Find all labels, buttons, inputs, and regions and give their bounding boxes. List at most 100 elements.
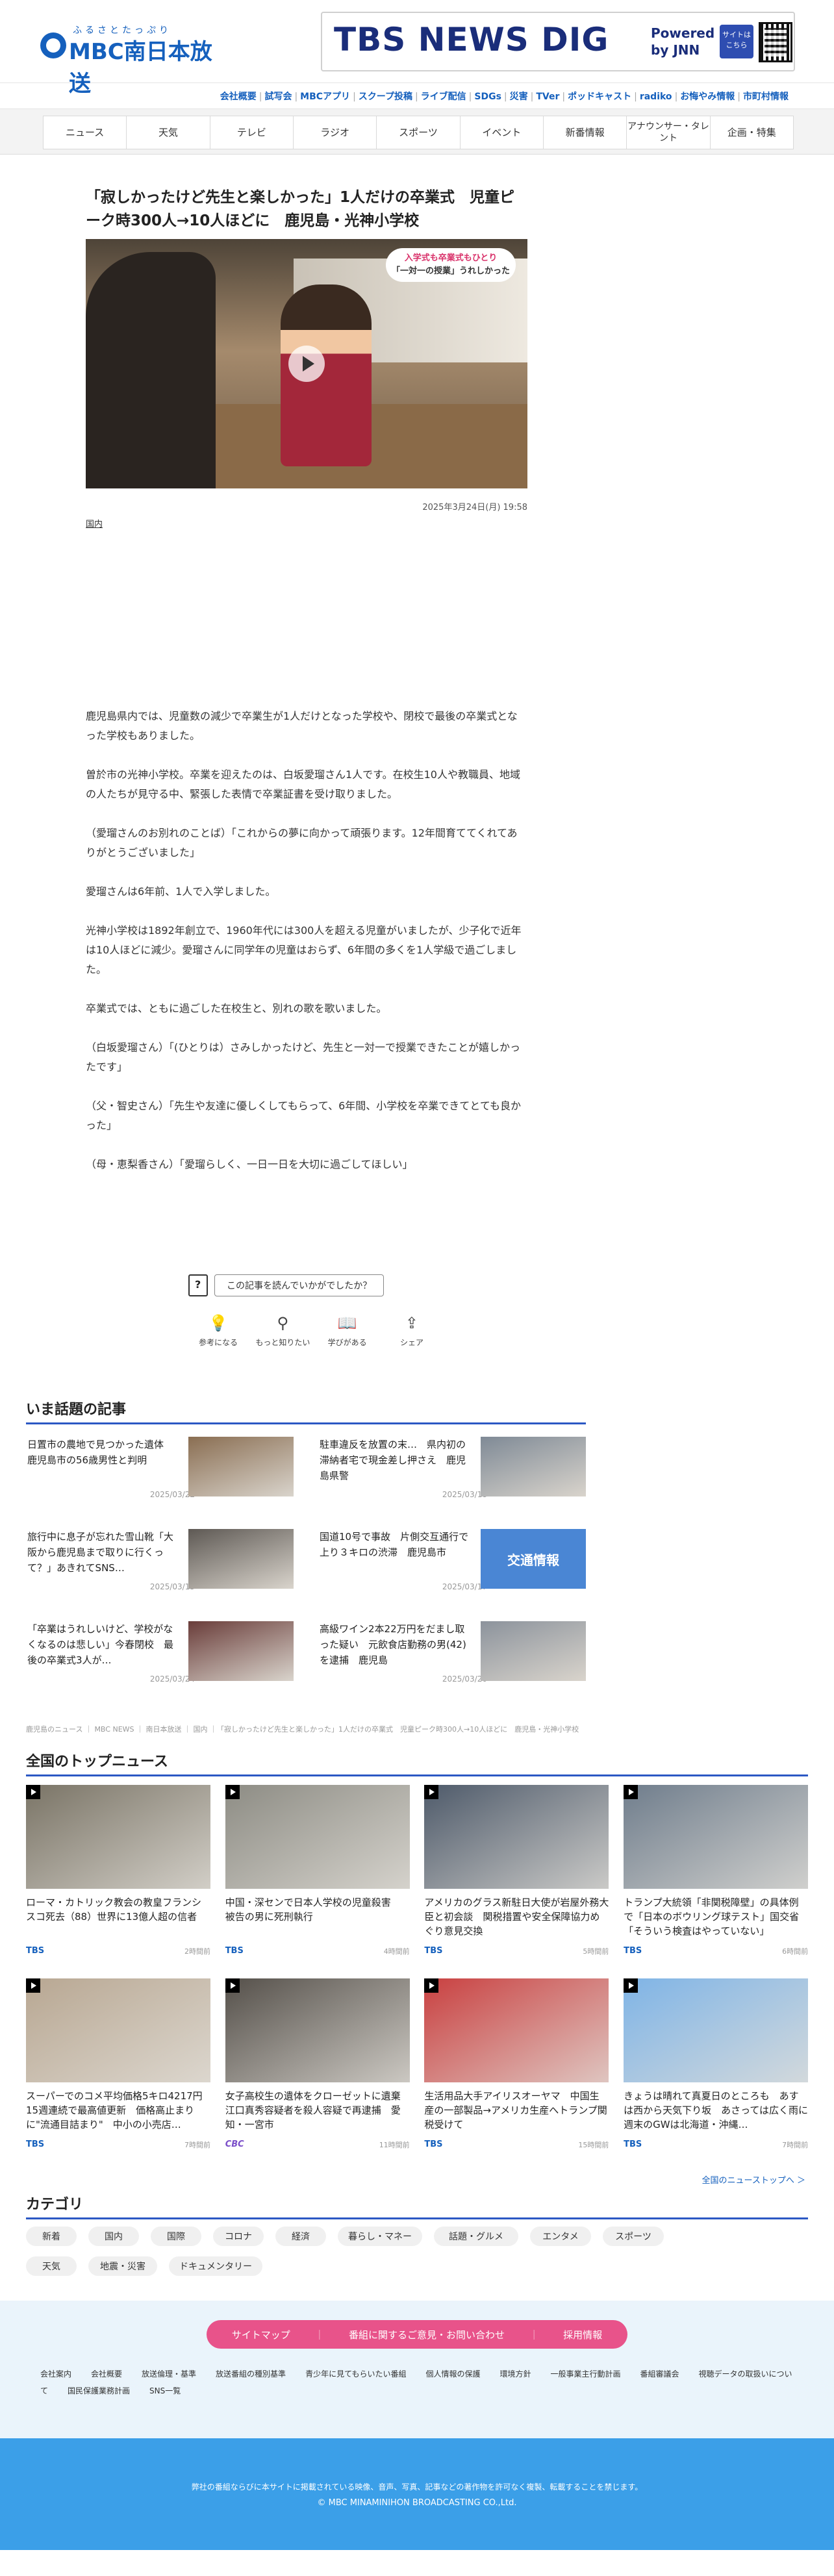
utility-links: 会社概要 | 試写会 | MBCアプリ | スクープ投稿 | ライブ配信 | SDGs | 災害 | TVe… — [219, 90, 790, 103]
tbs-news-dig-banner[interactable]: TBS NEWS DIG Powered by JNN サイトはこちら — [321, 12, 795, 71]
category-chip[interactable]: 新着 — [26, 2227, 77, 2246]
footer-link[interactable]: 環境方針 — [499, 2369, 531, 2379]
footer-link[interactable]: 一般事業主行動計画 — [551, 2369, 621, 2379]
footer-link[interactable]: 個人情報の保護 — [425, 2369, 480, 2379]
util-link[interactable]: MBCアプリ — [299, 92, 351, 102]
category-chip[interactable]: 暮らし・マネー — [338, 2227, 422, 2246]
traffic-label: 交通情報 — [507, 1552, 559, 1568]
news-source: TBS — [225, 1946, 244, 1956]
category-chip[interactable]: 国際 — [151, 2227, 201, 2246]
trending-item[interactable]: 日置市の農地で見つかった遺体 鹿児島市の56歳男性と判明 2025/03/22 — [26, 1437, 299, 1508]
nav-item[interactable]: アナウンサー・タレント — [627, 116, 711, 149]
util-separator: | — [674, 92, 678, 102]
category-chip[interactable]: コロナ — [213, 2227, 264, 2246]
category-chip[interactable]: ドキュメンタリー — [169, 2256, 262, 2276]
news-thumbnail — [26, 1785, 210, 1889]
nav-item[interactable]: ニュース — [44, 116, 127, 149]
reaction-button[interactable]: 💡 参考になる — [188, 1313, 248, 1348]
util-separator: | — [503, 92, 507, 102]
footer-link[interactable]: 会社案内 — [40, 2369, 71, 2379]
article-category-link[interactable]: 国内 — [86, 517, 103, 529]
news-card[interactable]: スーパーでのコメ平均価格5キロ4217円 15週連続で最高値更新 価格高止まりに… — [26, 1978, 212, 2167]
util-link[interactable]: ポッドキャスト — [566, 92, 633, 102]
question-doc-icon — [188, 1274, 208, 1296]
util-link[interactable]: ライブ配信 — [420, 92, 468, 102]
news-title: アメリカのグラス新駐日大使が岩屋外務大臣と初会談 関税措置や安全保障協力めぐり意… — [424, 1897, 609, 1937]
news-card[interactable]: きょうは晴れて真夏日のところも あすは西から天気下り坂 あさっては広く雨に 週末… — [624, 1978, 818, 2167]
footer-link[interactable]: 青少年に見てもらいたい番組 — [305, 2369, 406, 2379]
article-video[interactable]: 入学式も卒業式もひとり 「一対一の授業」うれしかった — [86, 239, 527, 488]
category-chip[interactable]: 話題・グルメ — [434, 2227, 518, 2246]
footer-link[interactable]: 番組審議会 — [640, 2369, 679, 2379]
reaction-button[interactable]: ⇪ シェア — [382, 1313, 442, 1348]
nav-item[interactable]: 企画・特集 — [711, 116, 793, 149]
util-link[interactable]: 試写会 — [263, 92, 293, 102]
category-chip[interactable]: エンタメ — [530, 2227, 591, 2246]
util-link[interactable]: スクープ投稿 — [357, 92, 414, 102]
footer-pill-link[interactable]: サイトマップ — [232, 2328, 290, 2342]
article-paragraph: （母・恵梨香さん）「愛瑠らしく、一日一日を大切に過ごしてほしい」 — [86, 1158, 413, 1170]
trending-title: 「卒業はうれしいけど、学校がなくなるのは悲しい」今春閉校 最後の卒業式3人が… — [27, 1623, 174, 1666]
trending-item[interactable]: 駐車違反を放置の末… 県内初の滞納者宅で現金差し押さえ 鹿児島県警 2025/03… — [318, 1437, 591, 1508]
news-source: TBS — [424, 2140, 443, 2149]
trending-item[interactable]: 高級ワイン2本22万円をだまし取った疑い 元飲食店勤務の男(42)を逮捕 鹿児島… — [318, 1621, 591, 1693]
reaction-button[interactable]: ⚲ もっと知りたい — [253, 1313, 312, 1348]
nav-item[interactable]: 新番情報 — [544, 116, 627, 149]
nav-item[interactable]: テレビ — [210, 116, 294, 149]
footer-pill-link[interactable]: 採用情報 — [563, 2328, 602, 2342]
video-play-icon — [225, 1978, 240, 1993]
reaction-label: 学びがある — [327, 1338, 367, 1347]
util-link[interactable]: お悔やみ情報 — [679, 92, 736, 102]
more-news-link[interactable]: 全国のニューストップへ ＞ — [702, 2173, 805, 2186]
reaction-button[interactable]: 📖 学びがある — [318, 1313, 377, 1348]
news-title: スーパーでのコメ平均価格5キロ4217円 15週連続で最高値更新 価格高止まりに… — [26, 2090, 212, 2130]
category-chip[interactable]: 国内 — [88, 2227, 139, 2246]
util-link[interactable]: TVer — [535, 92, 561, 102]
footer-link[interactable]: 放送倫理・基準 — [142, 2369, 196, 2379]
util-separator: | — [414, 92, 418, 102]
copyright-text: © MBC MINAMINIHON BROADCASTING CO.,Ltd. — [317, 2498, 517, 2508]
footer-link[interactable]: 放送番組の種別基準 — [216, 2369, 286, 2379]
util-link[interactable]: 災害 — [509, 92, 529, 102]
news-card[interactable]: トランプ大統領「非関税障壁」の具体例で「日本のボウリング球テスト」国交省「そうい… — [624, 1785, 809, 1973]
category-chip[interactable]: スポーツ — [603, 2227, 664, 2246]
banner-site-button[interactable]: サイトはこちら — [720, 25, 753, 58]
news-card[interactable]: 女子高校生の遺体をクローゼットに遺棄 江口真秀容疑者を殺人容疑で再逮捕 愛知・一… — [225, 1978, 411, 2167]
util-link[interactable]: SDGs — [473, 92, 503, 102]
util-link[interactable]: 会社概要 — [219, 92, 258, 102]
news-thumbnail — [26, 1978, 210, 2082]
mbc-logo[interactable]: ふるさとたっぷり MBC南日本放送 — [38, 23, 213, 97]
category-chip[interactable]: 経済 — [275, 2227, 326, 2246]
footer-link[interactable]: SNS一覧 — [149, 2386, 181, 2395]
category-chip[interactable]: 地震・災害 — [88, 2256, 157, 2276]
reaction-question-text: この記事を読んでいかがでしたか？ — [214, 1274, 385, 1296]
nav-item[interactable]: イベント — [461, 116, 544, 149]
article-paragraph: 光神小学校は1892年創立で、1960年代には300人を超える児童がいましたが、… — [86, 924, 522, 976]
util-link[interactable]: radiko — [638, 92, 674, 102]
util-link[interactable]: 市町村情報 — [742, 92, 790, 102]
util-separator: | — [634, 92, 637, 102]
footer-pill-link[interactable]: 番組に関するご意見・お問い合わせ — [349, 2328, 505, 2342]
util-separator: | — [737, 92, 740, 102]
nav-item[interactable]: スポーツ — [377, 116, 461, 149]
news-card[interactable]: ローマ・カトリック教会の教皇フランシスコ死去（88）世界に13億人超の信者 TBS… — [26, 1785, 210, 1973]
footer-link[interactable]: 国民保護業務計画 — [68, 2386, 130, 2395]
trending-item[interactable]: 旅行中に息子が忘れた雪山靴「大阪から鹿児島まで取りに行くって？」あきれてSNS…… — [26, 1529, 299, 1600]
footer-link[interactable]: 会社概要 — [91, 2369, 122, 2379]
article-paragraph: （父・智史さん）「先生や友達に優しくしてもらって、6年間、小学校を卒業できてとて… — [86, 1100, 522, 1131]
news-source: TBS — [26, 2140, 45, 2149]
nav-item[interactable]: 天気 — [127, 116, 210, 149]
news-card[interactable]: 中国・深センで日本人学校の児童殺害 被告の男に死刑執行 TBS 4時間前 — [225, 1785, 410, 1973]
play-icon[interactable] — [288, 346, 325, 382]
news-card[interactable]: アメリカのグラス新駐日大使が岩屋外務大臣と初会談 関税措置や安全保障協力めぐり意… — [424, 1785, 609, 1973]
category-chip[interactable]: 天気 — [26, 2256, 77, 2276]
trending-item[interactable]: 国道10号で事故 片側交互通行で上り３キロの渋滞 鹿児島市 2025/03/17 交… — [318, 1529, 591, 1600]
news-card[interactable]: 生活用品大手アイリスオーヤマ 中国生産の一部製品→アメリカ生産へトランプ関税受け… — [424, 1978, 609, 2167]
copyright-notice: 弊社の番組ならびに本サイトに掲載されている映像、音声、写真、記事などの著作物を許… — [191, 2482, 643, 2492]
breadcrumb[interactable]: 鹿児島のニュース ｜ MBC NEWS ｜ 南日本放送 ｜ 国内 ｜「寂しかった… — [26, 1724, 579, 1734]
nav-item[interactable]: ラジオ — [294, 116, 377, 149]
news-title: 中国・深センで日本人学校の児童殺害 被告の男に死刑執行 — [225, 1897, 401, 1923]
trending-heading: いま話題の記事 — [26, 1398, 586, 1424]
util-separator: | — [353, 92, 356, 102]
trending-item[interactable]: 「卒業はうれしいけど、学校がなくなるのは悲しい」今春閉校 最後の卒業式3人が… 2… — [26, 1621, 299, 1693]
